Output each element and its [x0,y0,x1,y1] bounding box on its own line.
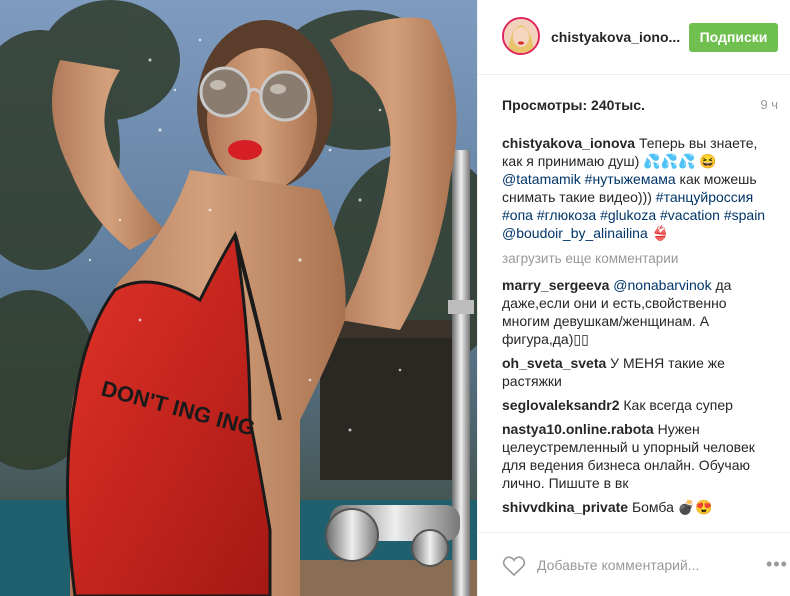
post-video[interactable]: DON'T ING ING [0,0,477,596]
comment-item: shivvdkina_private Бомба 💣😍 [502,498,770,516]
comment-text: Как всегда супер [619,397,733,413]
comment-item: oh_sveta_sveta У МЕНЯ такие же растяжки [502,354,770,390]
views-count: Просмотры: 240тыс. [502,97,645,113]
comment-bar: Добавьте комментарий... ••• [478,532,790,596]
avatar-image [504,19,538,53]
comment-item: marry_sergeeva @nonabarvinok да даже,есл… [502,276,770,348]
caption-mention-2[interactable]: @boudoir_by_alinailina [502,225,648,241]
heart-icon[interactable] [502,555,526,577]
post-header: chistyakova_iono... Подписки [478,0,790,75]
comment-item: nastya10.online.rabota Нужен целеусᴛремл… [502,420,770,492]
comment-text: Бомба 💣😍 [628,499,713,515]
post-time[interactable]: 9 ч [760,97,778,112]
caption-author[interactable]: chistyakova_ionova [502,135,635,151]
follow-button[interactable]: Подписки [689,23,778,52]
comment-author[interactable]: nastya10.online.rabota [502,421,654,437]
comment-author[interactable]: seglovaleksandr2 [502,397,620,413]
comment-mention[interactable]: @nonabarvinok [609,277,711,293]
video-frame: DON'T ING ING [0,0,477,596]
caption-hashtag[interactable]: #нутыжемама [581,171,676,187]
add-comment-input[interactable]: Добавьте комментарий... [537,557,699,573]
comment-author[interactable]: oh_sveta_sveta [502,355,606,371]
load-more-comments[interactable]: загрузить еще комментарии [502,250,770,268]
post-sidebar: chistyakova_iono... Подписки Просмотры: … [477,0,790,596]
caption: chistyakova_ionova Теперь вы знаете, как… [502,134,770,242]
background-building [320,330,460,480]
comments-list: chistyakova_ionova Теперь вы знаете, как… [502,134,770,528]
username-link[interactable]: chistyakova_iono... [551,29,680,45]
caption-emoji: 👙 [647,225,670,241]
more-options-icon[interactable]: ••• [766,555,788,573]
avatar[interactable] [502,17,540,55]
comment-item: seglovaleksandr2 Как всегда супер [502,396,770,414]
comment-author[interactable]: marry_sergeeva [502,277,609,293]
caption-mention[interactable]: @tatamamik [502,171,581,187]
comment-author[interactable]: shivvdkina_private [502,499,628,515]
